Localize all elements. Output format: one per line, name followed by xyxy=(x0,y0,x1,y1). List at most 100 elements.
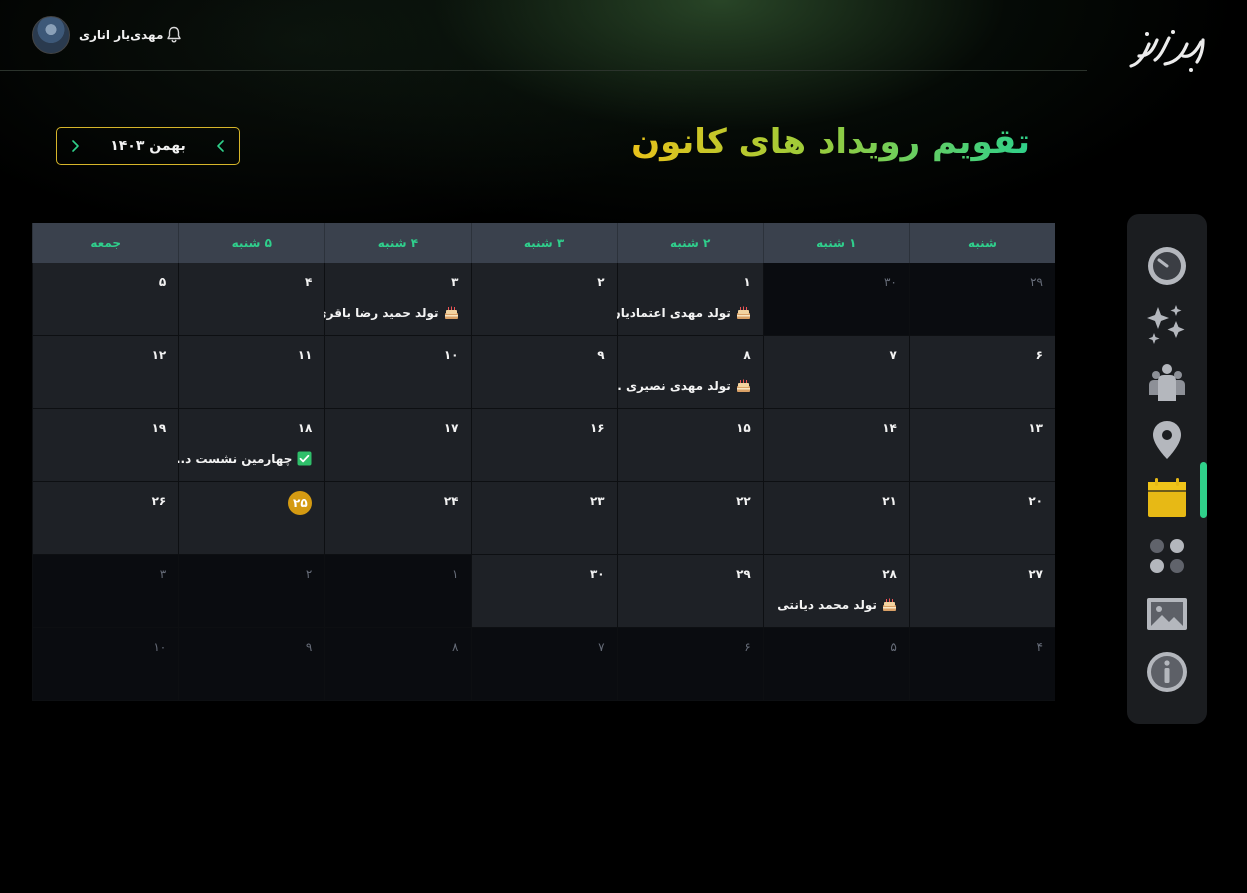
next-month-chevron-icon[interactable] xyxy=(67,138,83,154)
day-number: ۲۸ xyxy=(882,567,897,581)
today-badge: ۲۵ xyxy=(288,491,313,515)
people-icon xyxy=(1149,364,1185,401)
calendar-day-cell[interactable]: ۱۲ xyxy=(32,336,179,409)
calendar-day-cell-outside[interactable]: ۷ xyxy=(470,628,617,701)
sidebar-item-dashboard[interactable] xyxy=(1145,244,1189,288)
location-pin-icon xyxy=(1153,421,1181,459)
cake-icon xyxy=(882,597,897,612)
calendar-day-cell[interactable]: ۲۲ xyxy=(616,482,763,555)
calendar-day-cell[interactable]: ۳ تولد حمید رضا باقری xyxy=(316,263,471,336)
day-number: ۱۲ xyxy=(151,348,167,362)
calendar-day-cell-outside[interactable]: ۱۰ xyxy=(32,628,179,701)
calendar-event[interactable]: چهارمین نشست د... xyxy=(171,451,312,466)
calendar-day-cell[interactable]: ۲۷ xyxy=(908,555,1055,628)
calendar-day-cell-outside[interactable]: ۱ xyxy=(324,555,471,628)
calendar-day-cell-outside[interactable]: ۳۰ xyxy=(762,263,909,336)
previous-month-chevron-icon[interactable] xyxy=(213,138,229,154)
calendar-day-cell[interactable]: ۵ xyxy=(32,263,179,336)
calendar-day-cell-outside[interactable]: ۶ xyxy=(616,628,763,701)
calendar-day-cell[interactable]: ۲۳ xyxy=(470,482,617,555)
calendar-day-cell[interactable]: ۱۳ xyxy=(908,409,1055,482)
active-indicator xyxy=(1200,462,1207,518)
sidebar-item-gallery[interactable] xyxy=(1145,592,1189,636)
day-number: ۳۰ xyxy=(589,567,605,581)
calendar-day-cell-outside[interactable]: ۲ xyxy=(178,555,325,628)
day-number: ۱۳ xyxy=(1028,421,1043,435)
calendar-day-cell[interactable]: ۱۵ xyxy=(616,409,763,482)
weekday-header-row: شنبه ۱ شنبه ۲ شنبه ۳ شنبه ۴ شنبه ۵ شنبه … xyxy=(32,223,1055,263)
day-number: ۱ xyxy=(452,567,459,581)
calendar-day-cell[interactable]: ۳۰ xyxy=(470,555,617,628)
cake-icon xyxy=(444,305,459,320)
day-number: ۲۷ xyxy=(1028,567,1043,581)
calendar-week-row: ۴ ۵ ۶ ۷ ۸ ۹ ۱۰ xyxy=(32,628,1055,701)
calendar-day-cell-outside[interactable]: ۳ xyxy=(32,555,179,628)
sidebar-item-apps[interactable] xyxy=(1145,534,1189,578)
calendar-day-cell[interactable]: ۲۹ xyxy=(616,555,763,628)
calendar-day-cell[interactable]: ۲۱ xyxy=(762,482,909,555)
day-number: ۱۵ xyxy=(736,421,751,435)
calendar-day-cell[interactable]: ۱۷ xyxy=(324,409,471,482)
day-number: ۱۰ xyxy=(153,640,167,654)
user-profile[interactable]: مهدی‌یار اناری xyxy=(32,16,163,54)
calendar-day-cell[interactable]: ۲۰ xyxy=(908,482,1055,555)
day-number: ۶ xyxy=(1035,348,1043,362)
brand-logo[interactable] xyxy=(1125,26,1209,74)
top-bar: مهدی‌یار اناری xyxy=(0,0,1087,71)
calendar-day-cell[interactable]: ۱۶ xyxy=(470,409,617,482)
sidebar-item-calendar[interactable] xyxy=(1145,476,1189,520)
day-number: ۱۶ xyxy=(589,421,605,435)
day-number: ۷ xyxy=(889,348,897,362)
calendar-day-cell-outside[interactable]: ۹ xyxy=(178,628,325,701)
calendar-day-cell[interactable]: ۴ xyxy=(178,263,325,336)
weekday-tuesday: ۳ شنبه xyxy=(470,223,617,263)
day-number: ۱۴ xyxy=(882,421,897,435)
username: مهدی‌یار اناری xyxy=(79,28,164,42)
calendar-event[interactable]: تولد محمد دیانتی xyxy=(777,597,897,612)
calendar-day-cell[interactable]: ۷ xyxy=(762,336,909,409)
day-number: ۲۱ xyxy=(882,494,897,508)
day-number: ۲ xyxy=(597,275,605,289)
calendar-day-cell-outside[interactable]: ۲۹ xyxy=(908,263,1055,336)
calendar-day-cell[interactable]: ۹ xyxy=(470,336,617,409)
avatar[interactable] xyxy=(32,16,70,54)
page-title: تقویم رویداد های کانون xyxy=(631,122,1030,162)
calendar-day-cell[interactable]: ۱۰ xyxy=(324,336,471,409)
calendar-day-cell[interactable]: ۲۶ xyxy=(32,482,179,555)
sidebar-item-locations[interactable] xyxy=(1145,418,1189,462)
calendar-day-cell-outside[interactable]: ۸ xyxy=(324,628,471,701)
day-number: ۱۰ xyxy=(443,348,459,362)
calendar-day-cell[interactable]: ۱۸ چهارمین نشست د... xyxy=(171,409,325,482)
day-number: ۱۹ xyxy=(151,421,167,435)
calendar-day-cell[interactable]: ۱۹ xyxy=(32,409,179,482)
calendar-day-cell[interactable]: ۲۴ xyxy=(324,482,471,555)
sidebar-item-about[interactable] xyxy=(1145,650,1189,694)
calendar-day-cell[interactable]: ۶ xyxy=(908,336,1055,409)
day-number: ۲۳ xyxy=(589,494,605,508)
calendar-event[interactable]: تولد مهدی نصیری ... xyxy=(608,378,751,393)
calendar-day-cell[interactable]: ۲ xyxy=(470,263,617,336)
calendar-day-cell[interactable]: ۲۸ تولد محمد دیانتی xyxy=(762,555,909,628)
bell-icon[interactable] xyxy=(166,26,182,44)
calendar-day-cell-outside[interactable]: ۵ xyxy=(762,628,909,701)
calendar-day-cell[interactable]: ۱۱ xyxy=(178,336,325,409)
calendar-day-cell[interactable]: ۱۴ xyxy=(762,409,909,482)
calendar-event[interactable]: تولد مهدی اعتمادیان xyxy=(610,305,750,320)
calendar-day-cell[interactable]: ۸ تولد مهدی نصیری ... xyxy=(608,336,763,409)
weekday-wednesday: ۴ شنبه xyxy=(324,223,470,263)
day-number: ۳ xyxy=(159,567,167,581)
sidebar-item-highlights[interactable] xyxy=(1145,302,1189,346)
calendar-day-cell[interactable]: ۲۵ xyxy=(178,482,325,555)
sidebar-item-members[interactable] xyxy=(1145,360,1189,404)
calendar-day-cell[interactable]: ۱ تولد مهدی اعتمادیان xyxy=(610,263,763,336)
day-number: ۵ xyxy=(158,275,167,289)
day-number: ۹ xyxy=(597,348,605,362)
calendar-day-cell-outside[interactable]: ۴ xyxy=(908,628,1055,701)
day-number: ۲۹ xyxy=(1030,275,1043,289)
calendar-event[interactable]: تولد حمید رضا باقری xyxy=(316,305,459,320)
day-number: ۴ xyxy=(1036,640,1043,654)
calendar-week-row: ۲۰ ۲۱ ۲۲ ۲۳ ۲۴ ۲۵ ۲۶ xyxy=(32,482,1055,555)
day-number: ۸ xyxy=(452,640,459,654)
check-icon xyxy=(297,451,312,466)
day-number: ۱۸ xyxy=(297,421,313,435)
